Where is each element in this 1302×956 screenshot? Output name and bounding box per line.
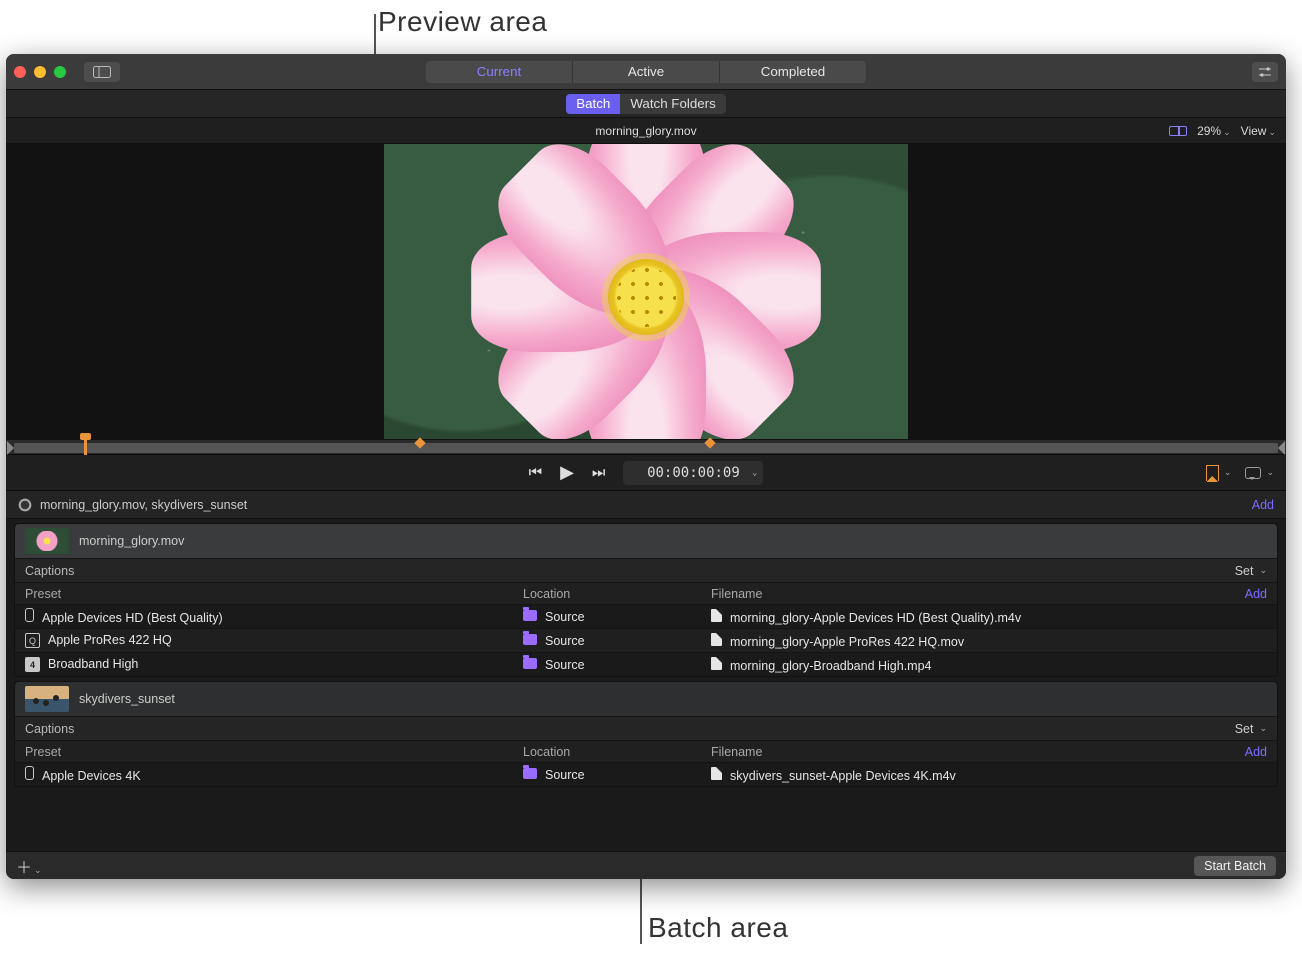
job-name: morning_glory.mov	[79, 534, 184, 548]
timecode-field[interactable]: 00:00:00:09 ⌄	[623, 461, 763, 485]
preset-row[interactable]: Apple Devices 4KSourceskydivers_sunset-A…	[15, 762, 1277, 786]
batch-gear-icon	[18, 498, 32, 512]
col-location: Location	[523, 745, 711, 759]
captions-label: Captions	[25, 564, 74, 578]
captions-set-dropdown[interactable]: Set⌄	[1235, 722, 1267, 736]
folder-icon	[523, 610, 537, 621]
captions-label: Captions	[25, 722, 74, 736]
batch-mode-segment: Batch Watch Folders	[566, 94, 726, 114]
filename-cell: morning_glory-Broadband High.mp4	[711, 657, 1267, 673]
captions-set-dropdown[interactable]: Set⌄	[1235, 564, 1267, 578]
compare-icon[interactable]	[1169, 126, 1187, 136]
timeline[interactable]	[6, 439, 1286, 455]
view-dropdown[interactable]: View⌄	[1241, 124, 1276, 138]
caption-icon	[1245, 467, 1261, 479]
job-thumbnail	[25, 528, 69, 554]
batch-title: morning_glory.mov, skydivers_sunset	[40, 498, 247, 512]
window-controls	[14, 66, 66, 78]
preview-file-bar: morning_glory.mov 29%⌄ View⌄	[6, 118, 1286, 144]
preset-row[interactable]: Apple Devices HD (Best Quality)Sourcemor…	[15, 604, 1277, 628]
folder-icon	[523, 634, 537, 645]
job-columns: PresetLocationFilenameAdd	[15, 740, 1277, 762]
subtab-batch[interactable]: Batch	[566, 94, 620, 114]
flower-core	[608, 259, 684, 335]
location-cell: Source	[523, 610, 711, 624]
preview-area	[6, 144, 1286, 439]
location-cell: Source	[523, 634, 711, 648]
transport-bar: ⏮ ▶ ⏭ 00:00:00:09 ⌄ ⌄ ⌄	[6, 455, 1286, 491]
preset-cell: Apple Devices 4K	[25, 766, 523, 783]
markers-dropdown[interactable]: ⌄	[1206, 465, 1232, 481]
sub-toolbar: Batch Watch Folders	[6, 90, 1286, 118]
filename-cell: morning_glory-Apple Devices HD (Best Qua…	[711, 609, 1267, 625]
batch-job: morning_glory.mov Captions Set⌄ PresetLocat…	[14, 523, 1278, 677]
preview-canvas[interactable]	[384, 144, 908, 439]
toggle-inspector-button[interactable]	[1252, 62, 1278, 82]
col-preset: Preset	[25, 745, 523, 759]
filename-cell: morning_glory-Apple ProRes 422 HQ.mov	[711, 633, 1267, 649]
col-location: Location	[523, 587, 711, 601]
col-filename: Filename	[711, 745, 1245, 759]
add-preset-link[interactable]: Add	[1245, 745, 1267, 759]
minimize-window-button[interactable]	[34, 66, 46, 78]
col-preset: Preset	[25, 587, 523, 601]
prev-frame-button[interactable]: ⏮	[529, 464, 543, 481]
add-job-link[interactable]: Add	[1252, 498, 1274, 512]
timecode-value: 00:00:00:09	[647, 465, 740, 481]
maximize-window-button[interactable]	[54, 66, 66, 78]
timeline-out-handle[interactable]	[1278, 441, 1285, 455]
view-mode-segment: Current Active Completed	[426, 61, 866, 83]
add-preset-link[interactable]: Add	[1245, 587, 1267, 601]
file-icon	[711, 657, 722, 670]
app-window: Current Active Completed Batch Watch Fol…	[6, 54, 1286, 879]
location-cell: Source	[523, 768, 711, 782]
callout-batch-label: Batch area	[648, 912, 788, 944]
preset-cell: 4Broadband High	[25, 657, 523, 673]
tab-current[interactable]: Current	[426, 61, 573, 83]
folder-icon	[523, 658, 537, 669]
zoom-dropdown[interactable]: 29%⌄	[1197, 124, 1231, 138]
toggle-sidebar-button[interactable]	[84, 62, 120, 82]
job-columns: PresetLocationFilenameAdd	[15, 582, 1277, 604]
preset-row[interactable]: 4Broadband HighSourcemorning_glory-Broad…	[15, 652, 1277, 676]
add-menu-button[interactable]: ＋⌄	[16, 854, 42, 878]
folder-icon	[523, 768, 537, 779]
job-name: skydivers_sunset	[79, 692, 175, 706]
next-frame-button[interactable]: ⏭	[592, 464, 606, 481]
col-filename: Filename	[711, 587, 1245, 601]
sidebar-icon	[93, 66, 111, 78]
play-button[interactable]: ▶	[560, 462, 574, 483]
file-icon	[711, 633, 722, 646]
batch-footer: ＋⌄ Start Batch	[6, 851, 1286, 879]
batch-job: skydivers_sunset Captions Set⌄ PresetLocati…	[14, 681, 1278, 787]
file-icon	[711, 609, 722, 622]
batch-header: morning_glory.mov, skydivers_sunset Add	[6, 491, 1286, 519]
file-icon	[711, 767, 722, 780]
callout-preview-label: Preview area	[378, 6, 547, 38]
titlebar: Current Active Completed	[6, 54, 1286, 90]
tab-active[interactable]: Active	[573, 61, 720, 83]
subtab-watch-folders[interactable]: Watch Folders	[620, 94, 725, 114]
captions-dropdown[interactable]: ⌄	[1245, 467, 1274, 479]
tab-completed[interactable]: Completed	[720, 61, 866, 83]
preset-cell: Apple Devices HD (Best Quality)	[25, 608, 523, 625]
preset-row[interactable]: QApple ProRes 422 HQSourcemorning_glory-…	[15, 628, 1277, 652]
location-cell: Source	[523, 658, 711, 672]
timeline-track[interactable]	[14, 443, 1278, 453]
preview-filename: morning_glory.mov	[595, 124, 696, 138]
preset-cell: QApple ProRes 422 HQ	[25, 633, 523, 649]
close-window-button[interactable]	[14, 66, 26, 78]
job-header[interactable]: morning_glory.mov	[15, 524, 1277, 558]
captions-row: Captions Set⌄	[15, 558, 1277, 582]
timeline-in-handle[interactable]	[7, 441, 14, 455]
captions-row: Captions Set⌄	[15, 716, 1277, 740]
job-thumbnail	[25, 686, 69, 712]
filename-cell: skydivers_sunset-Apple Devices 4K.m4v	[711, 767, 1267, 783]
batch-area: morning_glory.mov, skydivers_sunset Add …	[6, 491, 1286, 851]
start-batch-button[interactable]: Start Batch	[1194, 856, 1276, 876]
bookmark-icon	[1206, 465, 1219, 481]
job-header[interactable]: skydivers_sunset	[15, 682, 1277, 716]
sliders-icon	[1258, 66, 1272, 78]
